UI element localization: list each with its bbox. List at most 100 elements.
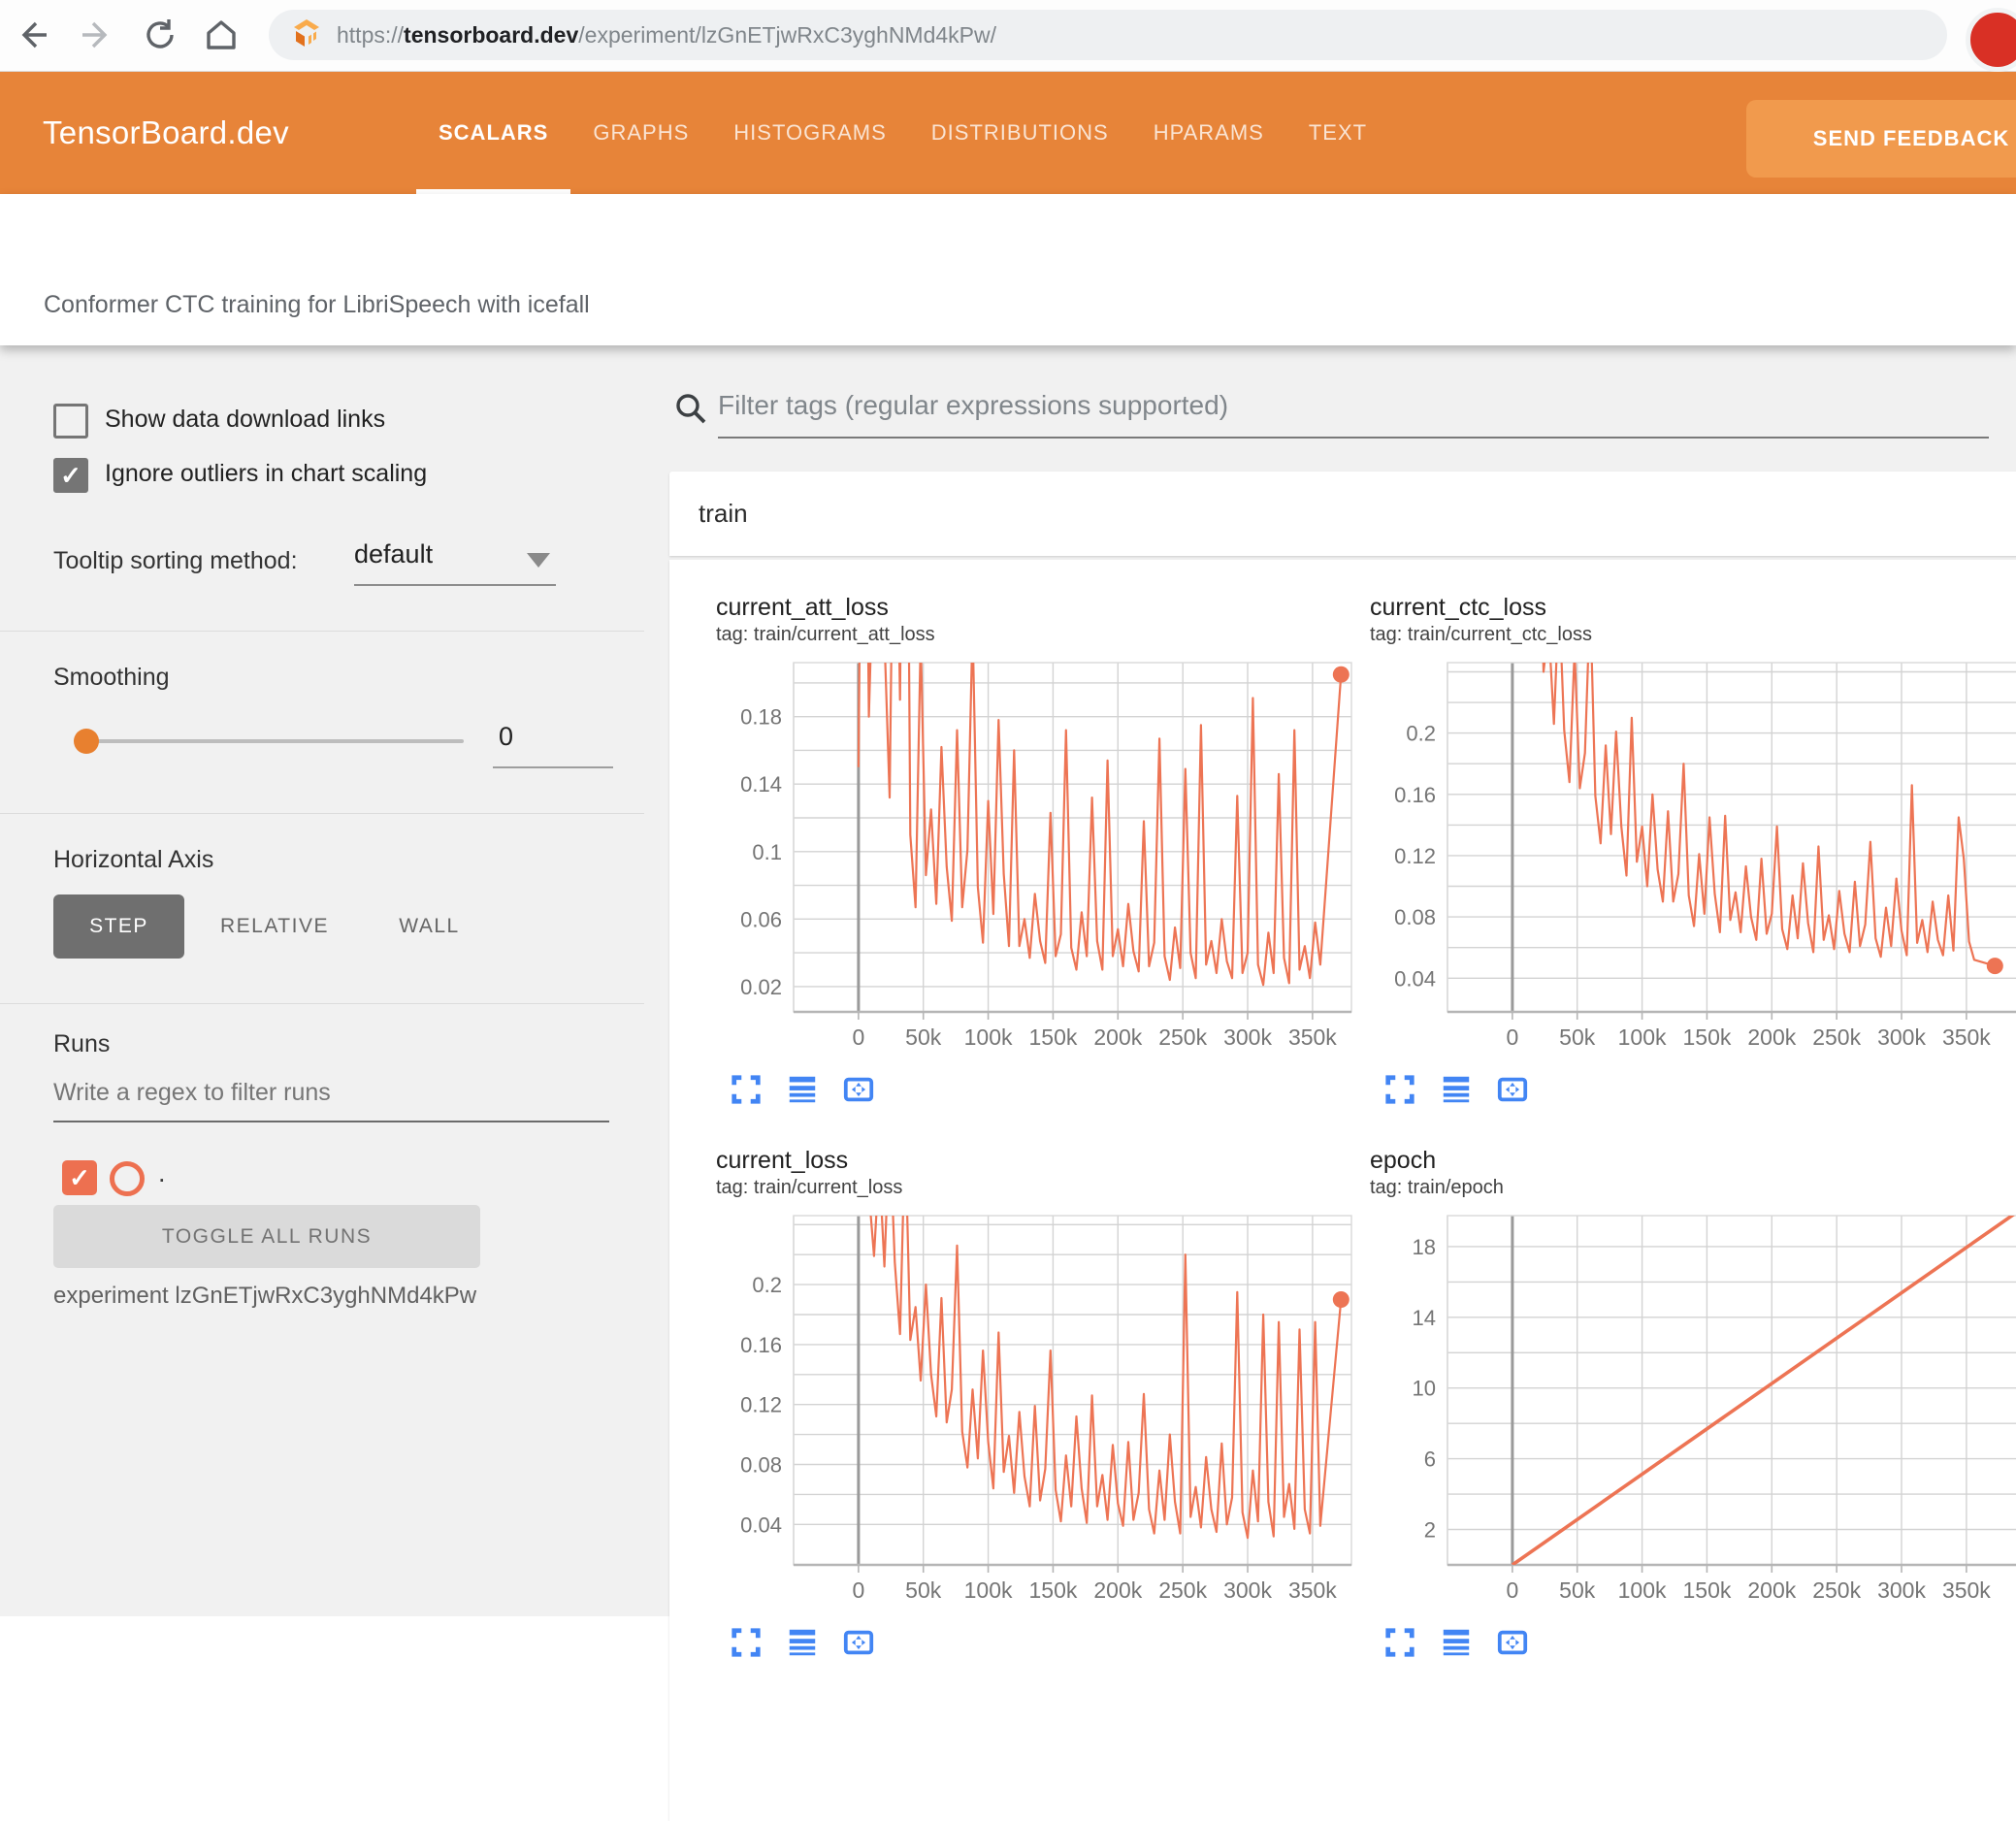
svg-text:14: 14 — [1413, 1306, 1436, 1330]
show-download-links-checkbox[interactable] — [53, 404, 88, 439]
back-icon[interactable] — [11, 14, 53, 56]
chart-title: current_att_loss — [716, 594, 889, 621]
svg-text:6: 6 — [1424, 1447, 1436, 1472]
experiment-id-caption: experiment lzGnETjwRxC3yghNMd4kPw — [53, 1283, 477, 1309]
log-scale-lines-icon[interactable] — [786, 1626, 819, 1664]
svg-text:250k: 250k — [1812, 1024, 1861, 1050]
smoothing-label: Smoothing — [53, 664, 170, 691]
fullscreen-icon[interactable] — [1383, 1073, 1416, 1111]
toggle-all-runs-button[interactable]: TOGGLE ALL RUNS — [53, 1205, 480, 1268]
chart-toolbar — [730, 1073, 1323, 1111]
svg-text:0.08: 0.08 — [1394, 905, 1436, 929]
svg-text:300k: 300k — [1223, 1577, 1272, 1603]
svg-text:100k: 100k — [964, 1577, 1013, 1603]
tab-distributions[interactable]: DISTRIBUTIONS — [909, 72, 1131, 194]
svg-text:150k: 150k — [1683, 1024, 1732, 1050]
svg-text:200k: 200k — [1093, 1024, 1142, 1050]
experiment-title-band: Conformer CTC training for LibriSpeech w… — [0, 194, 2016, 345]
svg-text:0.16: 0.16 — [1394, 783, 1436, 807]
tooltip-sorting-label: Tooltip sorting method: — [53, 547, 298, 574]
svg-text:0.04: 0.04 — [1394, 966, 1436, 991]
svg-text:300k: 300k — [1223, 1024, 1272, 1050]
profile-avatar[interactable] — [1966, 8, 2016, 72]
log-scale-lines-icon[interactable] — [1440, 1626, 1473, 1664]
charts-card: current_att_loss tag: train/current_att_l… — [669, 560, 2016, 1821]
tab-graphs[interactable]: GRAPHS — [570, 72, 711, 194]
svg-text:0.14: 0.14 — [740, 772, 782, 797]
chart-tag: tag: train/current_ctc_loss — [1370, 624, 1592, 645]
horizontal-axis-label: Horizontal Axis — [53, 846, 214, 873]
fullscreen-icon[interactable] — [730, 1626, 763, 1664]
svg-text:0.1: 0.1 — [752, 840, 782, 864]
chevron-down-icon — [527, 553, 550, 568]
tab-text[interactable]: TEXT — [1286, 72, 1389, 194]
check-icon: ✓ — [69, 1163, 90, 1192]
chart-plot-current_ctc_loss[interactable]: 0 50k 100k 150k 200k 250k 300k 350k 0.04 0.08 0.12… — [1370, 655, 2016, 1055]
svg-text:250k: 250k — [1158, 1577, 1207, 1603]
tag-group-header-card[interactable]: train — [669, 472, 2016, 556]
chart-toolbar — [1383, 1626, 2016, 1664]
smoothing-slider-track[interactable] — [82, 739, 464, 743]
svg-text:300k: 300k — [1877, 1577, 1926, 1603]
chart-title: current_loss — [716, 1147, 849, 1174]
run-checkbox[interactable]: ✓ — [62, 1160, 97, 1195]
check-icon: ✓ — [60, 461, 81, 490]
tab-hparams[interactable]: HPARAMS — [1131, 72, 1286, 194]
svg-text:0: 0 — [852, 1577, 864, 1603]
log-scale-lines-icon[interactable] — [786, 1073, 819, 1111]
axis-option-wall[interactable]: WALL — [378, 894, 480, 959]
chart-plot-epoch[interactable]: 0 50k 100k 150k 200k 250k 300k 350k 2 6 10 14 18 — [1370, 1208, 2016, 1608]
tooltip-sorting-select[interactable]: default — [354, 539, 556, 586]
svg-text:150k: 150k — [1683, 1577, 1732, 1603]
axis-option-relative[interactable]: RELATIVE — [206, 894, 343, 959]
svg-text:0: 0 — [1506, 1024, 1518, 1050]
svg-text:250k: 250k — [1158, 1024, 1207, 1050]
tab-histograms[interactable]: HISTOGRAMS — [711, 72, 909, 194]
svg-text:150k: 150k — [1029, 1577, 1078, 1603]
svg-text:0.2: 0.2 — [1406, 722, 1436, 746]
fit-domain-icon[interactable] — [842, 1073, 875, 1111]
smoothing-slider-thumb[interactable] — [74, 729, 99, 754]
log-scale-lines-icon[interactable] — [1440, 1073, 1473, 1111]
svg-text:0.08: 0.08 — [740, 1453, 782, 1478]
url-bar[interactable]: https://tensorboard.dev/experiment/lzGnE… — [269, 10, 1947, 60]
chart-plot-current_loss[interactable]: 0 50k 100k 150k 200k 250k 300k 350k0.040.080.12… — [716, 1208, 1356, 1608]
brand-logo[interactable]: TensorBoard.dev — [43, 72, 289, 194]
svg-text:0.02: 0.02 — [740, 975, 782, 999]
content-area: Show data download links ✓ Ignore outlie… — [0, 345, 2016, 1821]
home-icon[interactable] — [200, 14, 243, 56]
chart-plot-current_att_loss[interactable]: 0 50k 100k 150k 200k 250k 300k 350k0.020.060.10… — [716, 655, 1356, 1055]
fit-domain-icon[interactable] — [842, 1626, 875, 1664]
axis-option-step[interactable]: STEP — [53, 894, 184, 959]
divider — [0, 813, 644, 814]
svg-text:200k: 200k — [1747, 1577, 1796, 1603]
ignore-outliers-checkbox[interactable]: ✓ — [53, 458, 88, 493]
forward-icon[interactable] — [76, 14, 118, 56]
svg-text:0.18: 0.18 — [740, 705, 782, 730]
svg-text:0.04: 0.04 — [740, 1512, 782, 1537]
tag-filter-input[interactable] — [718, 388, 1989, 439]
ignore-outliers-label: Ignore outliers in chart scaling — [105, 460, 428, 487]
chart-toolbar — [730, 1626, 1323, 1664]
svg-text:100k: 100k — [1618, 1024, 1667, 1050]
svg-text:50k: 50k — [905, 1024, 942, 1050]
svg-text:150k: 150k — [1029, 1024, 1078, 1050]
runs-label: Runs — [53, 1030, 111, 1057]
smoothing-value: 0 — [499, 722, 514, 751]
fit-domain-icon[interactable] — [1496, 1626, 1529, 1664]
fullscreen-icon[interactable] — [730, 1073, 763, 1111]
tab-scalars[interactable]: SCALARS — [416, 72, 571, 194]
svg-text:18: 18 — [1413, 1235, 1436, 1259]
chart-tag: tag: train/current_att_loss — [716, 624, 935, 645]
svg-text:0: 0 — [1506, 1577, 1518, 1603]
svg-text:0.12: 0.12 — [1394, 844, 1436, 868]
fit-domain-icon[interactable] — [1496, 1073, 1529, 1111]
send-feedback-button[interactable]: SEND FEEDBACK — [1746, 100, 2016, 178]
reload-icon[interactable] — [139, 14, 181, 56]
run-color-swatch — [110, 1161, 145, 1196]
fullscreen-icon[interactable] — [1383, 1626, 1416, 1664]
tag-group-title: train — [699, 499, 748, 528]
runs-filter-input[interactable] — [53, 1079, 609, 1122]
run-name: . — [158, 1158, 166, 1187]
chart-title: current_ctc_loss — [1370, 594, 1547, 621]
